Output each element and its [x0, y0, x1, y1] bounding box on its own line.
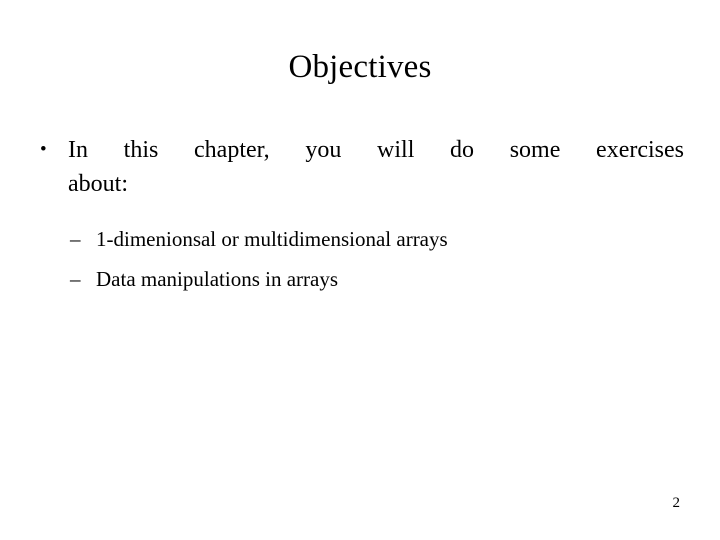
- en-dash-bullet-icon: –: [70, 227, 81, 251]
- sub-bullet-label: 1-dimenionsal or multidimensional arrays: [96, 227, 448, 251]
- en-dash-bullet-icon: –: [70, 267, 81, 291]
- sub-bullet-list: – 1-dimenionsal or multidimensional arra…: [36, 219, 684, 299]
- list-item: – Data manipulations in arrays: [70, 259, 684, 299]
- page-title: Objectives: [288, 49, 432, 85]
- bullet-text-line-2: about:: [68, 171, 128, 197]
- slide-body: • In this chapter, you will do some exer…: [36, 133, 684, 299]
- slide-canvas: Objectives • In this chapter, you will d…: [0, 0, 720, 540]
- round-bullet-icon: •: [40, 139, 47, 160]
- list-item: • In this chapter, you will do some exer…: [36, 133, 684, 201]
- sub-bullet-label: Data manipulations in arrays: [96, 267, 339, 291]
- bullet-text: In this chapter, you will do some exerci…: [68, 133, 684, 201]
- bullet-text-line-1: In this chapter, you will do some exerci…: [68, 137, 684, 163]
- page-number: 2: [672, 495, 681, 511]
- list-item: – 1-dimenionsal or multidimensional arra…: [70, 219, 684, 259]
